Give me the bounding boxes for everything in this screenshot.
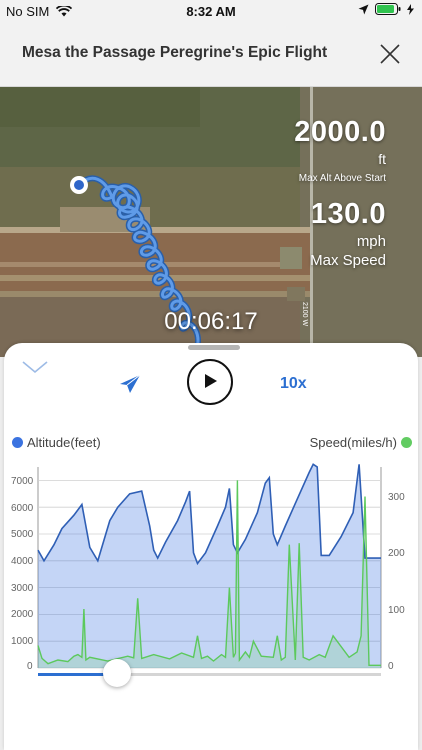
altitude-area [38, 464, 381, 668]
altitude-legend-dot [12, 437, 23, 448]
right-tick-300: 300 [388, 492, 405, 503]
charging-bolt-icon [407, 3, 414, 15]
flight-header: Mesa the Passage Peregrine's Epic Flight [0, 22, 422, 87]
speed-legend-label: Speed(miles/h) [309, 435, 397, 450]
chevron-down-icon[interactable] [22, 360, 48, 374]
speed-unit: mph [356, 233, 386, 250]
max-speed-value: 130.0 [310, 198, 386, 230]
max-altitude-value: 2000.0 [294, 116, 386, 148]
send-plane-icon[interactable] [119, 374, 141, 394]
speed-label: Max Speed [310, 252, 386, 269]
slider-thumb[interactable] [102, 659, 131, 687]
right-tick-100: 100 [388, 605, 405, 616]
max-altitude-stat: 2000.0 ft Max Alt Above Start [294, 116, 386, 184]
max-speed-stat: 130.0 mph Max Speed [310, 198, 386, 269]
left-tick-0: 0 [27, 661, 33, 672]
playback-speed-button[interactable]: 10x [280, 375, 307, 393]
legend-altitude: Altitude(feet) [12, 435, 101, 450]
right-tick-200: 200 [388, 548, 405, 559]
right-tick-0: 0 [388, 661, 394, 672]
play-icon [205, 374, 217, 388]
location-arrow-icon [358, 4, 369, 14]
playback-timer: 00:06:17 [164, 308, 258, 335]
speed-line [37, 480, 381, 666]
altitude-label: Max Alt Above Start [298, 173, 386, 184]
flight-title: Mesa the Passage Peregrine's Epic Flight [22, 44, 328, 61]
close-icon[interactable] [380, 44, 400, 64]
left-tick-7000: 7000 [11, 476, 34, 487]
altitude-legend-label: Altitude(feet) [27, 435, 101, 450]
left-tick-5000: 5000 [11, 529, 34, 540]
altitude-unit: ft [378, 151, 386, 167]
status-bar: No SIM 8:32 AM [0, 0, 422, 22]
drag-handle[interactable] [188, 345, 240, 350]
left-tick-6000: 6000 [11, 503, 34, 514]
altitude-line [37, 463, 381, 566]
left-tick-1000: 1000 [11, 636, 34, 647]
left-tick-4000: 4000 [11, 556, 34, 567]
playback-slider[interactable] [38, 659, 381, 692]
playback-panel: 10x Altitude(feet) Speed(miles/h) 7000 6… [4, 343, 418, 750]
legend-speed: Speed(miles/h) [310, 435, 412, 450]
speed-area [38, 480, 381, 668]
speed-legend-dot [401, 437, 412, 448]
left-tick-2000: 2000 [11, 609, 34, 620]
left-tick-3000: 3000 [11, 583, 34, 594]
battery-icon [375, 3, 401, 15]
play-button[interactable] [187, 359, 233, 405]
